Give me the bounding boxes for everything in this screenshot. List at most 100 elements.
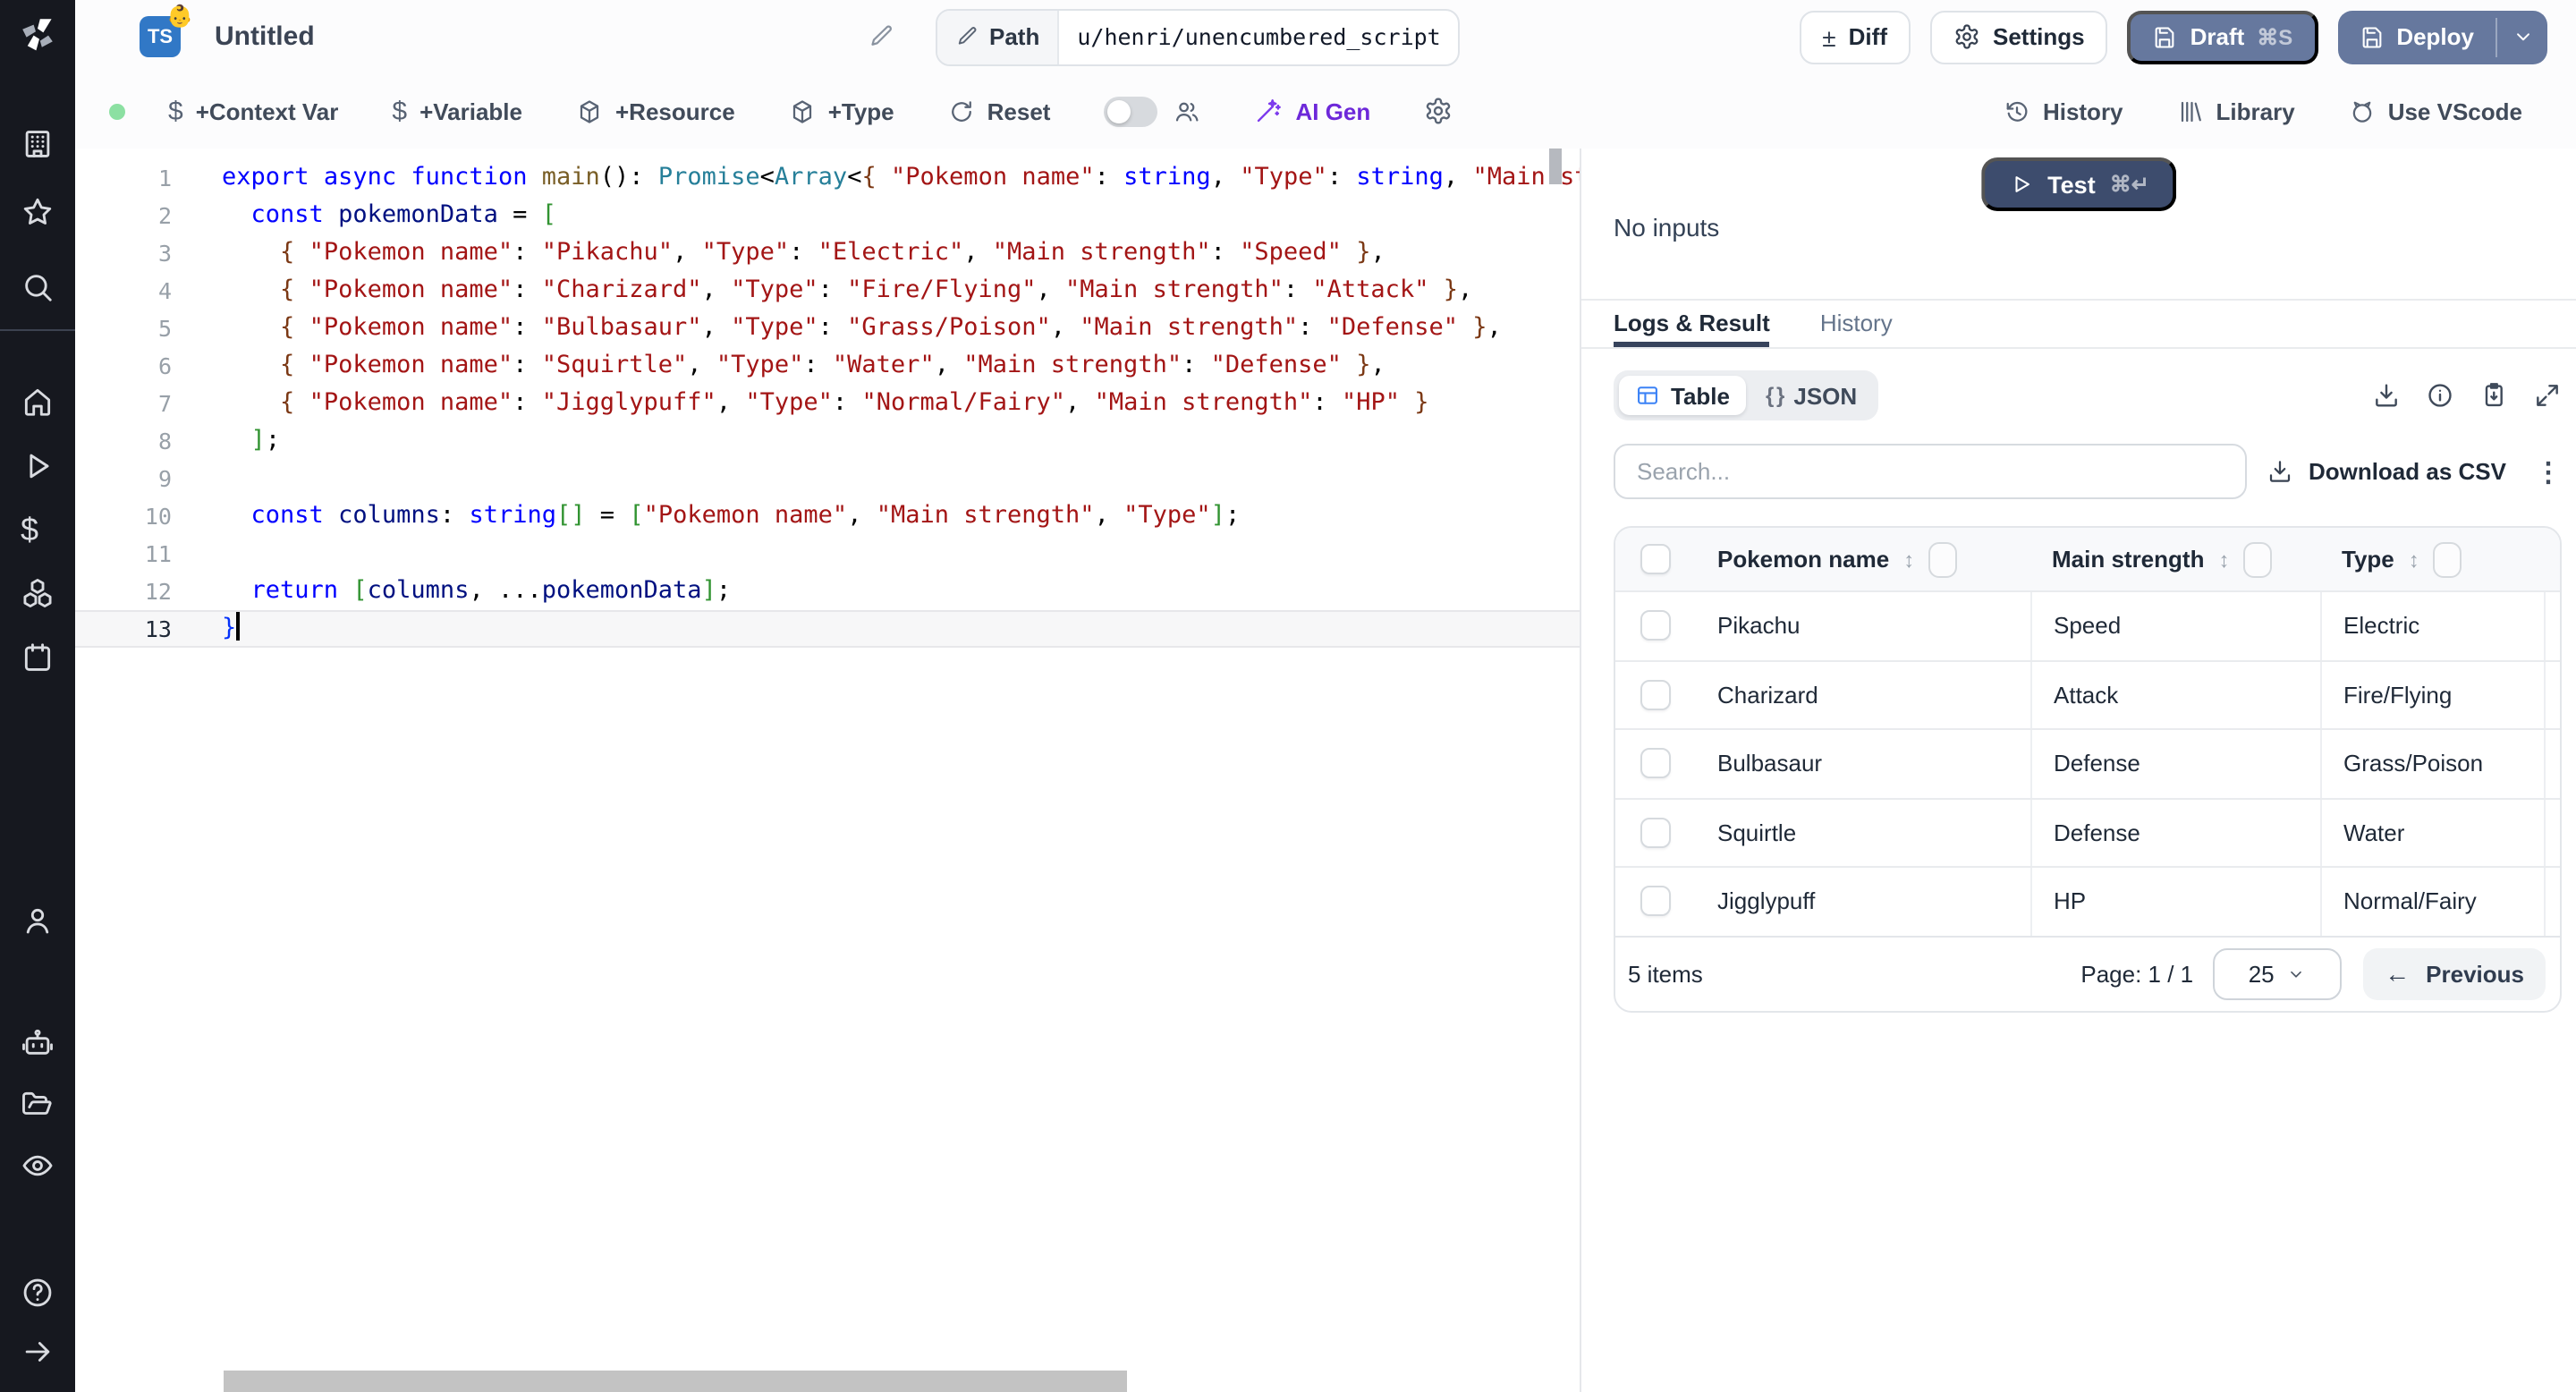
- column-header-2[interactable]: Type ↕: [2320, 541, 2544, 577]
- view-json-button[interactable]: { } JSON: [1750, 376, 1873, 415]
- view-table-button[interactable]: Table: [1619, 376, 1746, 415]
- path-label: Path: [989, 23, 1040, 50]
- view-switcher: Table { } JSON: [1614, 370, 1879, 420]
- code-line-6[interactable]: 6 { "Pokemon name": "Squirtle", "Type": …: [75, 347, 1580, 385]
- add-context-var-button[interactable]: $ +Context Var: [168, 96, 338, 126]
- row-checkbox[interactable]: [1640, 610, 1671, 641]
- add-type-button[interactable]: +Type: [789, 98, 894, 124]
- deploy-menu-button[interactable]: [2497, 10, 2547, 64]
- draft-button[interactable]: Draft ⌘S: [2127, 10, 2318, 64]
- diff-mode-toggle[interactable]: [1104, 96, 1200, 126]
- code-line-12[interactable]: 12 return [columns, ...pokemonData];: [75, 573, 1580, 610]
- sidebar-item-runs-icon[interactable]: [21, 449, 55, 483]
- column-filter-pill[interactable]: [2433, 541, 2462, 577]
- editor-horizontal-scrollbar[interactable]: [224, 1371, 1127, 1392]
- sidebar-item-workspace-icon[interactable]: [21, 127, 55, 161]
- search-input[interactable]: [1633, 456, 2227, 487]
- code-line-8[interactable]: 8 ];: [75, 422, 1580, 460]
- row-checkbox[interactable]: [1640, 679, 1671, 710]
- table-search[interactable]: [1614, 444, 2247, 499]
- history-button[interactable]: History: [2004, 98, 2123, 124]
- sidebar-item-variables-icon[interactable]: $: [21, 512, 55, 547]
- previous-page-button[interactable]: ← Previous: [2363, 947, 2546, 999]
- toggle-switch[interactable]: [1104, 96, 1158, 126]
- inputs-section: Test ⌘↵ No inputs: [1581, 149, 2576, 301]
- settings-button[interactable]: Settings: [1930, 10, 2108, 64]
- sidebar-item-schedules-icon[interactable]: [21, 641, 55, 675]
- expand-icon[interactable]: [2533, 381, 2562, 410]
- code-line-10[interactable]: 10 const columns: string[] = ["Pokemon n…: [75, 497, 1580, 535]
- download-result-icon[interactable]: [2372, 381, 2401, 410]
- deploy-button[interactable]: Deploy: [2337, 10, 2547, 64]
- test-button[interactable]: Test ⌘↵: [1981, 157, 2176, 211]
- sidebar-item-workers-icon[interactable]: [21, 1027, 55, 1061]
- row-checkbox[interactable]: [1640, 748, 1671, 779]
- code-line-5[interactable]: 5 { "Pokemon name": "Bulbasaur", "Type":…: [75, 310, 1580, 347]
- code-line-3[interactable]: 3 { "Pokemon name": "Pikachu", "Type": "…: [75, 234, 1580, 272]
- tab-history[interactable]: History: [1820, 310, 1893, 347]
- code-line-4[interactable]: 4 { "Pokemon name": "Charizard", "Type":…: [75, 272, 1580, 310]
- sidebar-item-user-icon[interactable]: [21, 904, 55, 938]
- download-csv-button[interactable]: Download as CSV: [2267, 458, 2506, 485]
- sort-icon[interactable]: ↕: [2218, 547, 2229, 572]
- code-text: ];: [250, 426, 281, 454]
- editor-settings-icon[interactable]: [1424, 97, 1453, 125]
- path-field[interactable]: Path u/henri/unencumbered_script: [936, 8, 1461, 65]
- column-filter-pill[interactable]: [2243, 541, 2273, 577]
- tab-logs-result[interactable]: Logs & Result: [1614, 310, 1770, 347]
- add-variable-button[interactable]: $ +Variable: [392, 96, 522, 126]
- edit-summary-icon[interactable]: [868, 23, 894, 50]
- sidebar-item-help-icon[interactable]: [21, 1276, 55, 1310]
- topbar-actions: ± Diff Settings Draft ⌘S Deploy: [1799, 10, 2576, 64]
- script-toolbar: $ +Context Var $ +Variable +Resource +Ty…: [75, 73, 2576, 150]
- column-header-1[interactable]: Main strength ↕: [2030, 541, 2320, 577]
- diff-button[interactable]: ± Diff: [1799, 10, 1911, 64]
- line-number: 10: [144, 503, 172, 530]
- edit-path-icon: [955, 25, 979, 48]
- table-row-1[interactable]: Charizard Attack Fire/Flying: [1615, 659, 2560, 728]
- copy-result-icon[interactable]: [2479, 381, 2508, 410]
- table-row-4[interactable]: Jigglypuff HP Normal/Fairy: [1615, 866, 2560, 935]
- sidebar-item-folders-icon[interactable]: [21, 1088, 55, 1122]
- sidebar-item-favorites-icon[interactable]: [21, 195, 55, 229]
- use-vscode-button[interactable]: Use VScode: [2349, 98, 2522, 124]
- sidebar-item-home-icon[interactable]: [21, 385, 55, 419]
- code-line-7[interactable]: 7 { "Pokemon name": "Jigglypuff", "Type"…: [75, 385, 1580, 422]
- code-editor[interactable]: 1 export async function main(): Promise<A…: [75, 149, 1580, 1392]
- kebab-menu-icon[interactable]: ⋮: [2535, 455, 2562, 488]
- table-row-0[interactable]: Pikachu Speed Electric: [1615, 590, 2560, 659]
- cell-main-strength: Attack: [2030, 661, 2320, 728]
- library-button[interactable]: Library: [2177, 98, 2295, 124]
- page-size-select[interactable]: 25: [2213, 947, 2343, 999]
- save-icon: [2153, 24, 2178, 49]
- column-filter-pill[interactable]: [1928, 541, 1958, 577]
- row-checkbox[interactable]: [1640, 817, 1671, 848]
- select-all-checkbox[interactable]: [1640, 544, 1671, 574]
- ai-gen-button[interactable]: AI Gen: [1254, 97, 1370, 125]
- code-line-9[interactable]: 9: [75, 460, 1580, 497]
- sidebar-item-settings-icon[interactable]: [21, 964, 55, 998]
- table-row-2[interactable]: Bulbasaur Defense Grass/Poison: [1615, 728, 2560, 797]
- path-value[interactable]: u/henri/unencumbered_script: [1059, 10, 1458, 64]
- line-number: 3: [157, 240, 172, 267]
- row-checkbox[interactable]: [1640, 886, 1671, 917]
- sidebar-item-expand-icon[interactable]: [21, 1335, 55, 1369]
- info-icon[interactable]: [2426, 381, 2454, 410]
- sort-icon[interactable]: ↕: [2409, 547, 2419, 572]
- sidebar-item-search-icon[interactable]: [21, 270, 55, 304]
- code-line-2[interactable]: 2 const pokemonData = [: [75, 197, 1580, 234]
- column-header-0[interactable]: Pokemon name ↕: [1696, 541, 2030, 577]
- cell-pokemon-name: Squirtle: [1717, 819, 1797, 846]
- code-line-1[interactable]: 1 export async function main(): Promise<A…: [75, 159, 1580, 197]
- table-row-3[interactable]: Squirtle Defense Water: [1615, 797, 2560, 866]
- reset-button[interactable]: Reset: [948, 98, 1050, 124]
- add-resource-button[interactable]: +Resource: [576, 98, 735, 124]
- windmill-logo-icon[interactable]: [16, 14, 59, 57]
- sidebar-item-resources-icon[interactable]: [21, 576, 55, 610]
- code-line-11[interactable]: 11: [75, 535, 1580, 573]
- code-line-13[interactable]: 13}: [75, 610, 1580, 648]
- sidebar-item-audit-icon[interactable]: [21, 1149, 55, 1183]
- editor-vertical-scrollbar[interactable]: [1549, 149, 1562, 184]
- sort-icon[interactable]: ↕: [1903, 547, 1914, 572]
